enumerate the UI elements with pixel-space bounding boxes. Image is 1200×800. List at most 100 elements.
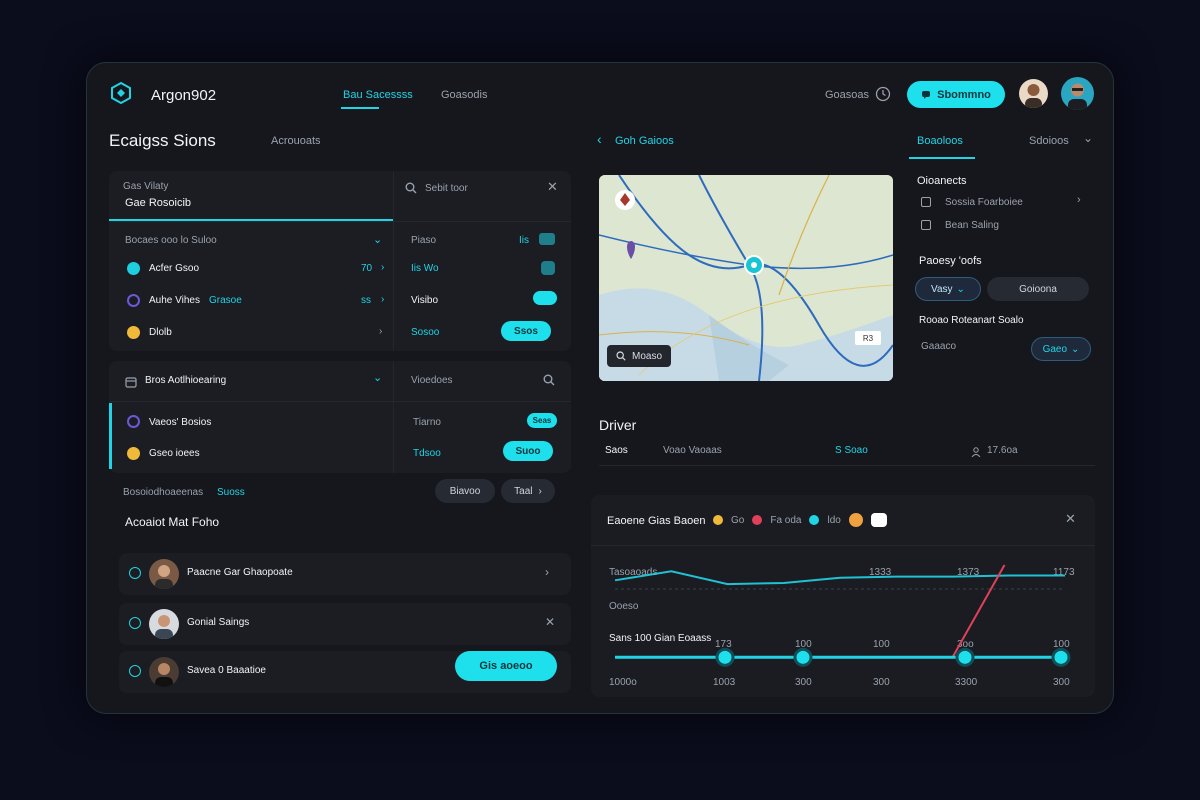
search-icon[interactable] (543, 373, 555, 386)
sort-button-label: Taal (514, 485, 533, 497)
legend-dot-icon (848, 513, 863, 527)
series-marker-3 (1051, 647, 1071, 667)
section-label: Bocaes ooo lo Suloo (125, 235, 217, 246)
tab-primary[interactable]: Bau Sacessss (343, 89, 413, 101)
chevron-right-icon[interactable]: › (1077, 194, 1081, 206)
list-item-name[interactable]: Acfer Gsoo (149, 263, 199, 274)
status-dot-icon (127, 415, 140, 428)
brand-logo-icon[interactable] (109, 81, 133, 105)
page-title: Ecaigss Sions (109, 131, 216, 150)
radio-icon[interactable] (129, 665, 141, 677)
close-icon[interactable]: ✕ (1065, 511, 1076, 527)
contact-row[interactable]: Paacne Gar Ghaopoate › (119, 553, 571, 595)
status-dot-icon (127, 447, 140, 460)
chart-title: Eaoene Gias Baoen (607, 515, 706, 527)
chart-panel: Eaoene Gias Baoen Go Fa oda ldo ✕ Tasoao… (591, 495, 1095, 697)
chevron-down-icon[interactable]: ⌄ (373, 371, 382, 384)
tab-active[interactable]: Boaoloos (917, 135, 963, 147)
tab-secondary[interactable]: Goasodis (441, 89, 487, 101)
option-pill-selected[interactable]: Vasy ⌄ (915, 277, 981, 301)
radio-icon[interactable] (129, 567, 141, 579)
list-item-name[interactable]: Vaeos' Bosios (149, 417, 211, 428)
status-badge[interactable]: Seas (527, 413, 557, 428)
page-subtitle[interactable]: Acrouoats (271, 135, 321, 147)
rotation-card: Bros Aotlhioearing ⌄ Vioedoes Vaeos' Bos… (109, 361, 571, 473)
search-icon[interactable] (405, 181, 417, 194)
list-item[interactable]: Bean Saling (945, 220, 999, 231)
toggle-badge[interactable] (541, 261, 555, 275)
contact-row[interactable]: Savea 0 Baaatioe Gis aoeoo (119, 651, 571, 693)
action-pill-button[interactable]: Ssos (501, 321, 551, 341)
close-icon[interactable]: ✕ (545, 615, 555, 629)
back-link[interactable]: Goh Gaioos (615, 135, 674, 147)
chevron-right-icon[interactable]: › (545, 565, 549, 579)
chart-legend: Go Fa oda ldo (713, 513, 887, 527)
tab-primary-indicator (341, 107, 379, 109)
divider (599, 465, 1095, 466)
header-utility-label[interactable]: Goasoas (825, 89, 869, 101)
section-heading: Oioanects (917, 175, 967, 187)
contact-name: Savea 0 Baaatioe (187, 665, 266, 676)
user-avatar-secondary[interactable] (1061, 77, 1094, 110)
driver-col-2: Voao Vaoaas (663, 445, 722, 456)
dropdown-button[interactable]: Gaeo ⌄ (1031, 337, 1091, 361)
list-item-name[interactable]: Gseo ioees (149, 448, 200, 459)
chevron-down-icon[interactable]: ⌄ (1083, 131, 1093, 145)
clock-icon[interactable] (875, 86, 891, 102)
chevron-down-icon[interactable]: ⌄ (373, 233, 382, 246)
legend-dot-icon (713, 515, 723, 525)
legend-dot-icon (809, 515, 820, 525)
contacts-label: Bosoiodhoaeenas (123, 487, 204, 498)
list-item-name[interactable]: Auhe Vihes (149, 295, 200, 306)
legend-item: Fa oda (770, 514, 802, 526)
status-dot-icon (127, 262, 140, 275)
contact-name: Paacne Gar Ghaopoate (187, 567, 293, 578)
list-item-meta: ss (361, 295, 371, 306)
toggle-badge[interactable] (533, 291, 557, 305)
tab-other[interactable]: Sdoioos (1029, 135, 1069, 147)
x-tick-label: 3300 (955, 677, 978, 688)
back-arrow-icon[interactable]: ‹ (597, 131, 602, 147)
row0-status-badge (539, 233, 555, 245)
map-view[interactable]: Moaso R3 (599, 175, 893, 381)
section-heading: Paoesy 'oofs (919, 255, 982, 267)
avatar (149, 657, 179, 687)
radio-icon[interactable] (129, 617, 141, 629)
chevron-right-icon[interactable]: › (381, 294, 384, 305)
primary-cta-button[interactable]: Sbommno (907, 81, 1005, 108)
series-marker-1 (793, 647, 813, 667)
series-marker-0 (715, 647, 735, 667)
contact-cta-button[interactable]: Gis aoeoo (455, 651, 557, 681)
contact-row[interactable]: Gonial Saings ✕ (119, 603, 571, 645)
list-item-value: Visibo (411, 295, 439, 306)
chevron-down-icon: ⌄ (1071, 343, 1080, 355)
list-item-name[interactable]: Dlolb (149, 327, 172, 338)
status-badge[interactable]: Suoo (503, 441, 553, 461)
close-icon[interactable]: ✕ (547, 179, 558, 195)
field-value[interactable]: Gae Rosoicib (125, 197, 191, 209)
legend-item: Go (731, 514, 745, 526)
legend-dot-icon (752, 515, 763, 525)
card-divider (393, 171, 394, 351)
card-divider (393, 361, 394, 473)
filter-button[interactable]: Biavoo (435, 479, 495, 503)
search-input[interactable]: Sebit toor (425, 183, 468, 194)
user-avatar[interactable] (1019, 79, 1048, 108)
list-item-value: Tiarno (413, 417, 441, 428)
list-item-meta: 70 (361, 263, 373, 274)
option-pill[interactable]: Goioona (987, 277, 1089, 301)
contacts-label-accent: Suoss (217, 487, 245, 498)
line-chart[interactable] (591, 545, 1095, 697)
list-item[interactable]: Sossia Foarboiee (945, 197, 1023, 208)
map-search-label: Moaso (631, 350, 662, 362)
spike-line (951, 564, 1006, 658)
row0-value: Piaso (411, 235, 437, 246)
driver-col-3: S Soao (835, 445, 868, 456)
map-search-button[interactable]: Moaso (607, 345, 671, 367)
sort-button[interactable]: Taal › (501, 479, 555, 503)
document-icon (921, 197, 931, 207)
driver-col-4: 17.6oa (987, 445, 1018, 456)
chat-icon (921, 90, 931, 100)
chevron-right-icon[interactable]: › (379, 326, 382, 337)
chevron-right-icon[interactable]: › (381, 262, 384, 273)
